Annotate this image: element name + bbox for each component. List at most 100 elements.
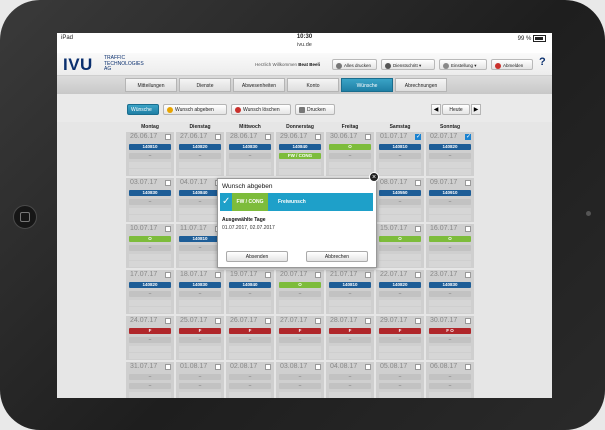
day-cell[interactable]: 29.06.17 140840 FW / CONG <box>276 132 324 176</box>
day-cell[interactable]: 26.06.17 140810 – <box>126 132 174 176</box>
wishes-button[interactable]: Wünsche <box>127 104 159 115</box>
duty-bar: 140840 <box>279 144 321 150</box>
tab-mitteilungen[interactable]: Mitteilungen <box>125 78 177 92</box>
day-checkbox[interactable] <box>465 364 471 370</box>
day-checkbox[interactable] <box>365 134 371 140</box>
day-cell[interactable]: 27.07.17 F – <box>276 316 324 360</box>
tab-abwesenheiten[interactable]: Abwesenheiten <box>233 78 285 92</box>
day-checkbox[interactable] <box>265 134 271 140</box>
empty-slot <box>329 307 371 313</box>
day-checkbox[interactable] <box>315 134 321 140</box>
day-checkbox[interactable] <box>415 226 421 232</box>
day-checkbox[interactable] <box>165 272 171 278</box>
day-checkbox[interactable] <box>215 364 221 370</box>
day-cell[interactable]: 02.07.17 ✓ 140820 – <box>426 132 474 176</box>
duty-bar: O <box>429 236 471 242</box>
print-all-button[interactable]: Alles drucken <box>332 59 377 70</box>
day-header: Samstag <box>389 124 411 130</box>
day-cell[interactable]: 04.08.17 – – <box>326 362 374 398</box>
day-cell[interactable]: 25.07.17 F – <box>176 316 224 360</box>
day-cell[interactable]: 06.08.17 – – <box>426 362 474 398</box>
day-cell[interactable]: 10.07.17 O – <box>126 224 174 268</box>
day-checkbox[interactable] <box>165 364 171 370</box>
day-checkbox[interactable] <box>465 180 471 186</box>
day-cell[interactable]: 24.07.17 F – <box>126 316 174 360</box>
day-checkbox[interactable]: ✓ <box>465 134 471 140</box>
tab-dienste[interactable]: Dienste <box>179 78 231 92</box>
day-checkbox[interactable] <box>365 318 371 324</box>
day-checkbox[interactable] <box>415 318 421 324</box>
empty-slot <box>379 215 421 221</box>
day-cell[interactable]: 20.07.17 O – <box>276 270 324 314</box>
logout-button[interactable]: Abmelden <box>491 59 533 70</box>
prev-week-button[interactable]: ◀ <box>431 104 441 115</box>
day-cell[interactable]: 28.07.17 F – <box>326 316 374 360</box>
day-cell[interactable]: 18.07.17 140830 – <box>176 270 224 314</box>
day-cell[interactable]: 15.07.17 O – <box>376 224 424 268</box>
day-checkbox[interactable]: ✓ <box>415 134 421 140</box>
day-checkbox[interactable] <box>165 318 171 324</box>
day-checkbox[interactable] <box>265 364 271 370</box>
day-cell[interactable]: 30.06.17 O – <box>326 132 374 176</box>
close-icon[interactable]: × <box>369 172 379 182</box>
day-cell[interactable]: 08.07.17 140550 – <box>376 178 424 222</box>
day-checkbox[interactable] <box>265 318 271 324</box>
day-cell[interactable]: 17.07.17 140820 – <box>126 270 174 314</box>
tab-konto[interactable]: Konto <box>287 78 339 92</box>
duty-bar: 140830 <box>129 190 171 196</box>
day-checkbox[interactable] <box>215 318 221 324</box>
day-cell[interactable]: 01.07.17 ✓ 140810 – <box>376 132 424 176</box>
submit-wish-button[interactable]: Wunsch abgeben <box>163 104 227 115</box>
day-cell[interactable]: 16.07.17 O – <box>426 224 474 268</box>
day-cell[interactable]: 27.06.17 140820 – <box>176 132 224 176</box>
delete-wish-button[interactable]: Wunsch löschen <box>231 104 291 115</box>
day-checkbox[interactable] <box>365 364 371 370</box>
today-button[interactable]: Heute <box>442 104 470 115</box>
day-cell[interactable]: 05.08.17 – – <box>376 362 424 398</box>
day-cell[interactable]: 28.06.17 140830 – <box>226 132 274 176</box>
submit-button[interactable]: Absenden <box>226 251 288 262</box>
home-button[interactable] <box>13 205 37 229</box>
day-cell[interactable]: 30.07.17 F O – <box>426 316 474 360</box>
day-cell[interactable]: 22.07.17 140820 – <box>376 270 424 314</box>
day-checkbox[interactable] <box>165 226 171 232</box>
day-cell[interactable]: 19.07.17 140840 – <box>226 270 274 314</box>
day-checkbox[interactable] <box>415 272 421 278</box>
main-tabs: Mitteilungen Dienste Abwesenheiten Konto… <box>57 76 552 95</box>
tab-wuensche[interactable]: Wünsche <box>341 78 393 92</box>
day-checkbox[interactable] <box>315 364 321 370</box>
day-checkbox[interactable] <box>465 226 471 232</box>
day-cell[interactable]: 03.07.17 140830 – <box>126 178 174 222</box>
tab-abrechnungen[interactable]: Abrechnungen <box>395 78 447 92</box>
day-checkbox[interactable] <box>465 318 471 324</box>
day-cell[interactable]: 01.08.17 – – <box>176 362 224 398</box>
day-checkbox[interactable] <box>165 134 171 140</box>
day-checkbox[interactable] <box>165 180 171 186</box>
cancel-button[interactable]: Abbrechen <box>306 251 368 262</box>
help-icon[interactable]: ? <box>539 56 546 68</box>
duty-step-button[interactable]: Dienstschritt ▾ <box>381 59 435 70</box>
day-checkbox[interactable] <box>265 272 271 278</box>
day-cell[interactable]: 09.07.17 140910 – <box>426 178 474 222</box>
day-cell[interactable]: 03.08.17 – – <box>276 362 324 398</box>
empty-slot: – <box>129 245 171 251</box>
day-cell[interactable]: 29.07.17 F – <box>376 316 424 360</box>
settings-button[interactable]: Einstellung ▾ <box>439 59 487 70</box>
delete-wish-label: Wunsch löschen <box>243 107 280 113</box>
next-week-button[interactable]: ▶ <box>471 104 481 115</box>
day-checkbox[interactable] <box>215 134 221 140</box>
day-checkbox[interactable] <box>315 318 321 324</box>
day-checkbox[interactable] <box>215 272 221 278</box>
print-button[interactable]: Drucken <box>295 104 335 115</box>
day-checkbox[interactable] <box>365 272 371 278</box>
wish-type-row[interactable]: ✓ FW / CONG Freiwunsch <box>220 193 373 211</box>
day-checkbox[interactable] <box>415 364 421 370</box>
day-checkbox[interactable] <box>315 272 321 278</box>
day-cell[interactable]: 21.07.17 140810 – <box>326 270 374 314</box>
day-cell[interactable]: 02.08.17 – – <box>226 362 274 398</box>
day-cell[interactable]: 26.07.17 F – <box>226 316 274 360</box>
day-checkbox[interactable] <box>465 272 471 278</box>
day-checkbox[interactable] <box>415 180 421 186</box>
day-cell[interactable]: 23.07.17 140830 – <box>426 270 474 314</box>
day-cell[interactable]: 31.07.17 – – <box>126 362 174 398</box>
